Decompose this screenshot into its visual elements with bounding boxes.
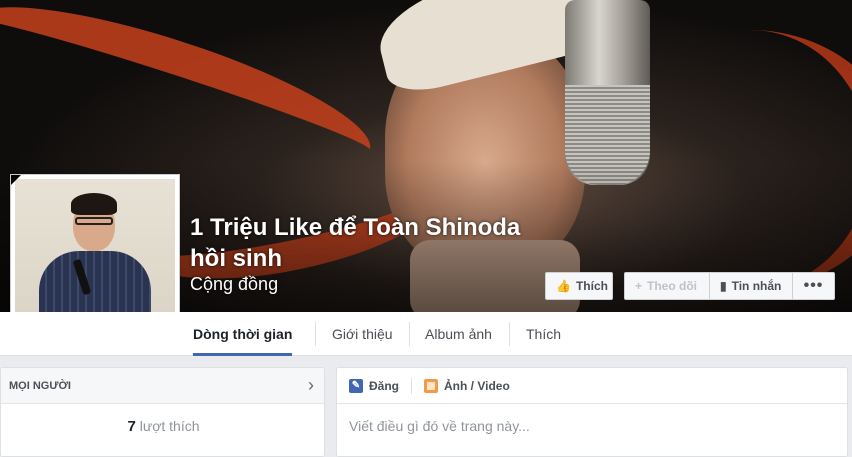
avatar-hair (71, 193, 117, 215)
page-tab-bar: Dòng thời gian Giới thiệu Album ảnh Thíc… (0, 312, 852, 356)
like-button-label: Thích (575, 279, 608, 293)
photo-icon (424, 378, 438, 393)
tab-divider (509, 322, 510, 346)
avatar-glasses (75, 217, 113, 225)
corner-flag-icon (11, 175, 21, 185)
more-button[interactable]: ••• (792, 272, 835, 300)
tab-likes[interactable]: Thích (526, 312, 561, 356)
likes-count: 7 (127, 418, 136, 435)
post-composer: ✎ Đăng Ảnh / Video Viết điều gì đó về tr… (336, 367, 848, 457)
tab-about[interactable]: Giới thiệu (332, 312, 393, 356)
people-card-header[interactable]: MỌI NGƯỜI (1, 368, 324, 404)
chevron-right-icon[interactable]: › (308, 375, 314, 396)
likes-suffix: lượt thích (139, 418, 200, 434)
follow-button-label: Theo dõi (647, 279, 698, 293)
message-button-label: Tin nhắn (731, 279, 782, 293)
page-category[interactable]: Cộng đồng (190, 274, 278, 295)
composer-tab-photo-label: Ảnh / Video (444, 378, 510, 393)
tab-photos[interactable]: Album ảnh (425, 312, 492, 356)
page-title[interactable]: 1 Triệu Like để Toàn Shinoda hồi sinh (190, 212, 550, 274)
composer-tab-post[interactable]: ✎ Đăng (349, 378, 399, 393)
tab-divider (315, 322, 316, 346)
ellipsis-icon: ••• (803, 277, 824, 294)
composer-input[interactable]: Viết điều gì đó về trang này... (349, 418, 530, 434)
likes-count-row: 7 lượt thích (1, 418, 326, 435)
composer-tab-post-label: Đăng (369, 378, 399, 393)
page-action-group: + Theo dõi ▮ Tin nhắn ••• (624, 272, 835, 300)
tab-timeline[interactable]: Dòng thời gian (193, 312, 293, 356)
follow-button[interactable]: + Theo dõi (624, 272, 710, 300)
pencil-icon: ✎ (349, 378, 363, 393)
composer-tab-divider (411, 377, 412, 394)
tab-divider (409, 322, 410, 346)
people-card: MỌI NGƯỜI › 7 lượt thích (0, 367, 325, 457)
like-button[interactable]: 👍 Thích (545, 272, 613, 300)
composer-tabs: ✎ Đăng Ảnh / Video (337, 368, 847, 404)
composer-tab-photo[interactable]: Ảnh / Video (424, 378, 510, 393)
chat-bubble-icon: ▮ (720, 279, 727, 293)
message-button[interactable]: ▮ Tin nhắn (709, 272, 793, 300)
plus-icon: + (635, 279, 643, 293)
thumbs-up-icon: 👍 (556, 279, 571, 293)
